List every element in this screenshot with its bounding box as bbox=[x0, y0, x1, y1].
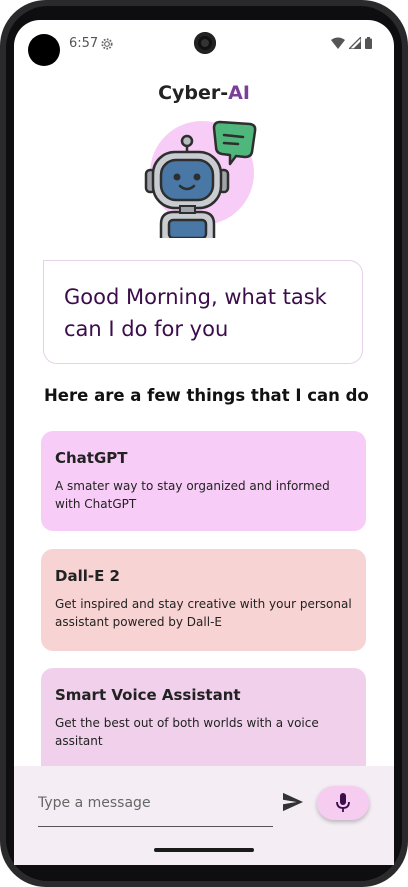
feature-card-voice-assistant[interactable]: Smart Voice Assistant Get the best out o… bbox=[41, 668, 366, 778]
message-composer bbox=[14, 766, 394, 865]
feature-description: Get inspired and stay creative with your… bbox=[55, 597, 352, 629]
greeting-text: Good Morning, what task can I do for you bbox=[64, 285, 327, 341]
gear-icon bbox=[101, 38, 113, 50]
feature-title: ChatGPT bbox=[55, 449, 128, 467]
feature-description: A smater way to stay organized and infor… bbox=[55, 479, 330, 511]
device-frame: 6:57 Cyber-AI Good Morning, what task ca… bbox=[0, 0, 408, 887]
status-dot bbox=[28, 34, 60, 66]
battery-icon bbox=[365, 37, 372, 49]
app-screen: 6:57 Cyber-AI Good Morning, what task ca… bbox=[14, 20, 394, 865]
status-bar: 6:57 bbox=[14, 20, 394, 68]
capabilities-heading: Here are a few things that I can do bbox=[44, 386, 369, 405]
app-title-main: Cyber- bbox=[158, 82, 229, 104]
send-button[interactable] bbox=[282, 792, 308, 816]
front-camera bbox=[194, 32, 216, 54]
greeting-card: Good Morning, what task can I do for you bbox=[43, 260, 363, 364]
message-input[interactable] bbox=[38, 786, 273, 827]
home-indicator[interactable] bbox=[154, 848, 254, 852]
feature-title: Dall-E 2 bbox=[55, 567, 120, 585]
signal-icon bbox=[349, 37, 361, 49]
wifi-icon bbox=[331, 37, 345, 49]
feature-title: Smart Voice Assistant bbox=[55, 686, 241, 704]
robot-assistant-illustration bbox=[144, 120, 257, 238]
send-icon bbox=[283, 792, 303, 812]
feature-card-dalle[interactable]: Dall-E 2 Get inspired and stay creative … bbox=[41, 549, 366, 651]
status-time: 6:57 bbox=[69, 36, 99, 51]
app-title: Cyber-AI bbox=[14, 82, 394, 104]
app-title-accent: AI bbox=[228, 82, 250, 104]
mic-icon bbox=[336, 793, 350, 812]
mic-button[interactable] bbox=[317, 786, 369, 820]
feature-description: Get the best out of both worlds with a v… bbox=[55, 716, 319, 748]
status-icons bbox=[331, 37, 372, 49]
feature-card-chatgpt[interactable]: ChatGPT A smater way to stay organized a… bbox=[41, 431, 366, 531]
